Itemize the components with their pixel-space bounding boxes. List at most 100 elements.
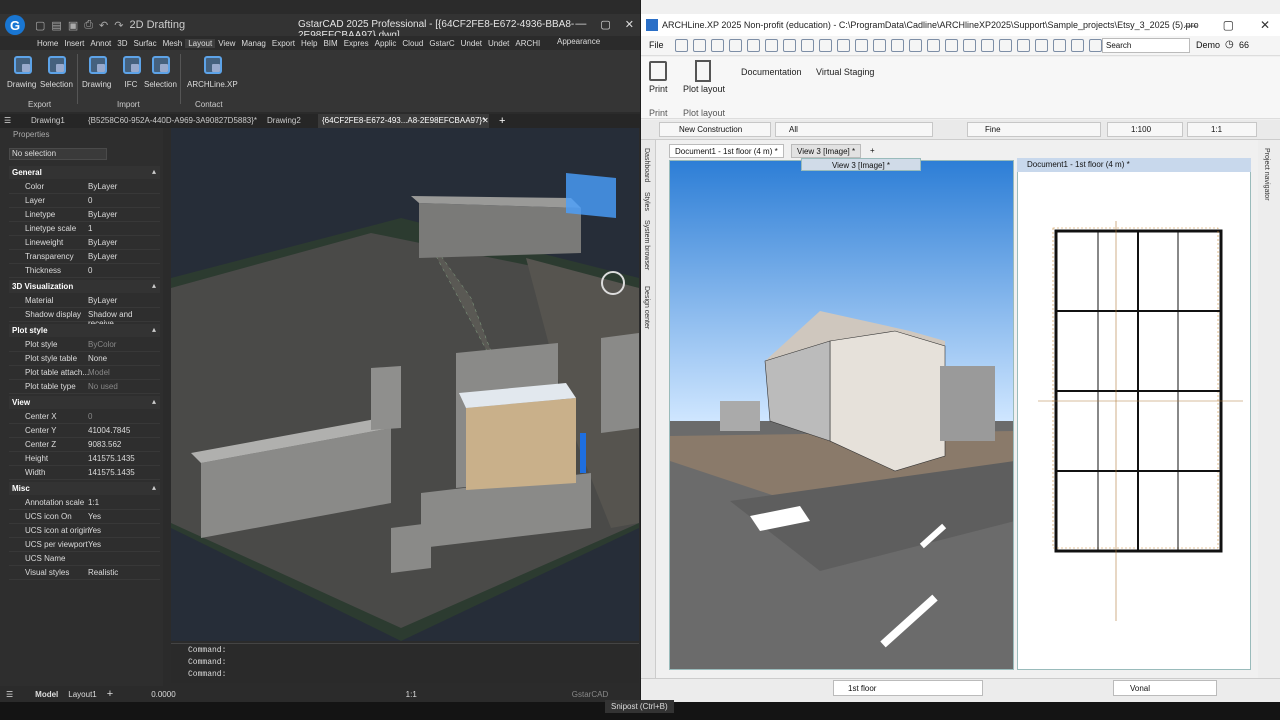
toolbar-tool-icon[interactable] <box>1089 39 1102 52</box>
toolbar-tool-icon[interactable] <box>765 39 778 52</box>
ribbon-tab-export-9[interactable]: Export <box>269 39 298 48</box>
prop-row[interactable]: Annotation scale 1:1 <box>9 496 160 510</box>
toolbar-tool-icon[interactable] <box>729 39 742 52</box>
prop-row[interactable]: Plot style table None <box>9 352 160 366</box>
print-icon[interactable] <box>649 61 667 81</box>
prop-row[interactable]: Center Y 41004.7845 <box>9 424 160 438</box>
prop-row[interactable]: Linetype ByLayer <box>9 208 160 222</box>
minimize-icon[interactable]: — <box>575 18 586 31</box>
prop-section-general[interactable]: General <box>9 166 160 179</box>
toolbar-tool-icon[interactable] <box>963 39 976 52</box>
gstarcad-logo-icon[interactable]: G <box>5 15 25 35</box>
view3-render-window[interactable] <box>669 160 1014 670</box>
appearance-menu[interactable]: Appearance <box>554 37 603 46</box>
open-icon[interactable]: ▤ <box>51 19 61 32</box>
toolbar-tool-icon[interactable] <box>801 39 814 52</box>
ribbon-tab-gstarc-15[interactable]: GstarC <box>426 39 457 48</box>
search-input[interactable]: Search <box>1102 38 1190 53</box>
ribbon-tab-cloud-14[interactable]: Cloud <box>399 39 426 48</box>
toolbar-tool-icon[interactable] <box>837 39 850 52</box>
toolbar-tool-icon[interactable] <box>981 39 994 52</box>
styles-tab[interactable]: Styles <box>643 192 650 211</box>
prop-row[interactable]: Width 141575.1435 <box>9 466 160 480</box>
floor-select[interactable]: 1st floor <box>833 680 983 696</box>
archline-contact-button[interactable]: ARCHLine.XP <box>187 54 238 89</box>
ribbon-tab-3d-3[interactable]: 3D <box>114 39 130 48</box>
ribbon-tab-layout-6[interactable]: Layout <box>185 38 216 48</box>
tab-menu-icon[interactable]: ☰ <box>4 114 11 128</box>
virtual-staging-menu[interactable]: Virtual Staging <box>816 67 874 77</box>
print-button[interactable]: Print <box>649 84 668 94</box>
prop-row[interactable]: Plot style ByColor <box>9 338 160 352</box>
prop-row[interactable]: Center Z 9083.562 <box>9 438 160 452</box>
toolbar-tool-icon[interactable] <box>927 39 940 52</box>
layer-filter-select[interactable]: All <box>775 122 933 137</box>
selection-dropdown[interactable]: No selection <box>9 148 107 160</box>
ratio-select[interactable]: 1:1 <box>1187 122 1257 137</box>
maximize-icon[interactable]: ▢ <box>600 18 610 31</box>
prop-row[interactable]: Thickness 0 <box>9 264 160 278</box>
toolbar-tool-icon[interactable] <box>855 39 868 52</box>
prop-section-misc[interactable]: Misc <box>9 482 160 495</box>
maximize-icon[interactable]: ▢ <box>1223 18 1234 32</box>
undo-icon[interactable]: ↶ <box>99 19 108 32</box>
prop-row[interactable]: Material ByLayer <box>9 294 160 308</box>
file-menu[interactable]: File <box>649 40 664 50</box>
toolbar-tool-icon[interactable] <box>1071 39 1084 52</box>
close-tab-icon[interactable]: ✕ <box>482 114 489 128</box>
view3-header[interactable]: View 3 [Image] * <box>801 158 921 171</box>
prop-row[interactable]: Plot table type No used <box>9 380 160 394</box>
3d-viewport[interactable] <box>171 128 639 641</box>
add-tab-button[interactable]: + <box>865 144 880 158</box>
save-icon[interactable]: ▣ <box>68 19 78 32</box>
prop-row[interactable]: UCS icon On Yes <box>9 510 160 524</box>
floor-plan-header[interactable]: Document1 - 1st floor (4 m) * <box>1017 158 1251 172</box>
tab-view3[interactable]: View 3 [Image] * <box>791 144 862 158</box>
prop-row[interactable]: UCS icon at origin Yes <box>9 524 160 538</box>
toolbar-tool-icon[interactable] <box>1017 39 1030 52</box>
export-drawing-button[interactable]: Drawing <box>7 54 36 89</box>
toolbar-tool-icon[interactable] <box>1053 39 1066 52</box>
ribbon-tab-mesh-5[interactable]: Mesh <box>160 39 186 48</box>
doc-tab-drawing2[interactable]: Drawing2 <box>267 114 301 128</box>
toolbar-tool-icon[interactable] <box>783 39 796 52</box>
redo-icon[interactable]: ↷ <box>114 19 123 32</box>
toolbar-tool-icon[interactable] <box>819 39 832 52</box>
ribbon-tab-home-0[interactable]: Home <box>34 39 61 48</box>
toolbar-tool-icon[interactable] <box>1035 39 1048 52</box>
prop-row[interactable]: Shadow displayShadow and receive... <box>9 308 160 328</box>
plot-layout-icon[interactable] <box>695 60 711 82</box>
ribbon-tab-annot-2[interactable]: Annot <box>87 39 114 48</box>
model-tab[interactable]: Model <box>35 690 58 699</box>
add-layout-icon[interactable]: + <box>107 688 113 700</box>
prop-row[interactable]: Transparency ByLayer <box>9 250 160 264</box>
prop-row[interactable]: Color ByLayer <box>9 180 160 194</box>
prop-section-view[interactable]: View <box>9 396 160 409</box>
import-drawing-button[interactable]: Drawing <box>82 54 111 89</box>
toolbar-tool-icon[interactable] <box>693 39 706 52</box>
prop-row[interactable]: Height 141575.1435 <box>9 452 160 466</box>
toolbar-tool-icon[interactable] <box>891 39 904 52</box>
line-style-select[interactable]: Vonal <box>1113 680 1217 696</box>
ribbon-tab-applic-13[interactable]: Applic <box>372 39 400 48</box>
prop-row[interactable]: Lineweight ByLayer <box>9 236 160 250</box>
import-ifc-button[interactable]: IFC <box>120 54 142 89</box>
design-center-tab[interactable]: Design center <box>643 286 650 329</box>
prop-section-3d-visualization[interactable]: 3D Visualization <box>9 280 160 293</box>
layout1-tab[interactable]: Layout1 <box>68 690 96 699</box>
toolbar-tool-icon[interactable] <box>711 39 724 52</box>
annotation-scale[interactable]: 1:1 <box>406 690 417 699</box>
prop-row[interactable]: Layer 0 <box>9 194 160 208</box>
system-browser-tab[interactable]: System browser <box>643 220 650 270</box>
prop-row[interactable]: Linetype scale 1 <box>9 222 160 236</box>
import-selection-button[interactable]: Selection <box>144 54 177 89</box>
quality-select[interactable]: Fine <box>967 122 1101 137</box>
scale-select[interactable]: 1:100 <box>1107 122 1183 137</box>
toolbar-tool-icon[interactable] <box>945 39 958 52</box>
add-tab-icon[interactable]: + <box>499 113 505 127</box>
new-icon[interactable]: ▢ <box>35 19 45 32</box>
toolbar-tool-icon[interactable] <box>909 39 922 52</box>
ribbon-tab-manag-8[interactable]: Manag <box>238 39 268 48</box>
close-icon[interactable]: ✕ <box>1260 18 1270 32</box>
close-icon[interactable]: ✕ <box>625 18 634 31</box>
